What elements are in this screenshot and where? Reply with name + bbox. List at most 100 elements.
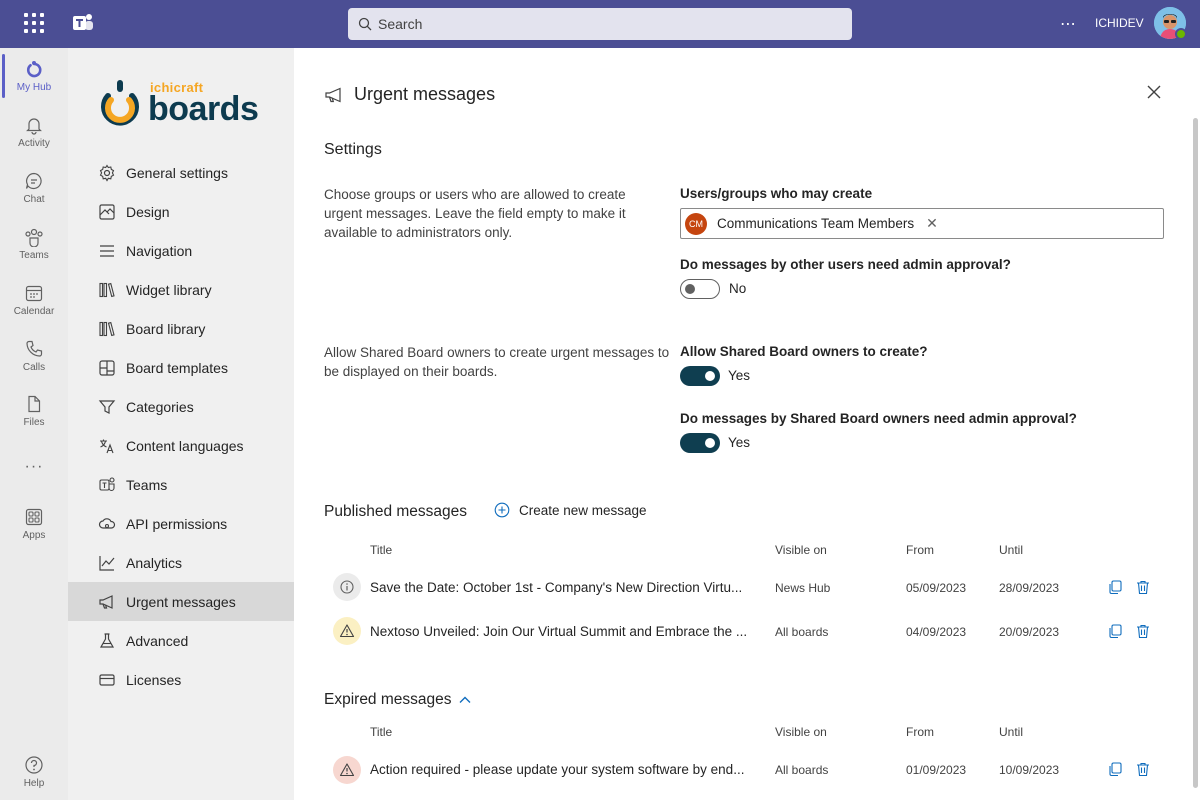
rail-item-calls[interactable]: Calls xyxy=(0,328,68,384)
scrollbar[interactable] xyxy=(1193,118,1198,788)
message-until: 20/09/2023 xyxy=(999,625,1060,639)
delete-icon[interactable] xyxy=(1135,761,1151,777)
rail-item-teams[interactable]: Teams xyxy=(0,216,68,272)
phone-icon xyxy=(26,340,43,357)
message-title[interactable]: Action required - please update your sys… xyxy=(370,762,744,777)
search-placeholder: Search xyxy=(378,16,423,32)
rail-item-label: Teams xyxy=(19,250,49,261)
rail-more-icon[interactable]: ··· xyxy=(0,458,68,476)
rail-item-label: Apps xyxy=(22,530,46,541)
nav-item-urgent-messages[interactable]: Urgent messages xyxy=(68,582,294,621)
rail-item-calendar[interactable]: Calendar xyxy=(0,272,68,328)
copy-icon[interactable] xyxy=(1107,579,1123,595)
create-new-message-button[interactable]: Create new message xyxy=(494,502,647,518)
nav-item-content-languages[interactable]: Content languages xyxy=(68,426,294,465)
shared-approval-label: Do messages by Shared Board owners need … xyxy=(680,411,1077,426)
group-avatar: CM xyxy=(685,212,707,235)
teams-icon xyxy=(25,228,43,247)
column-header-from: From xyxy=(906,543,934,557)
nav-item-design[interactable]: Design xyxy=(68,192,294,231)
nav-item-label: Licenses xyxy=(126,671,182,688)
nav-item-licenses[interactable]: Licenses xyxy=(68,660,294,699)
column-header-from: From xyxy=(906,725,934,739)
nav-item-teams[interactable]: Teams xyxy=(68,465,294,504)
shared-board-description: Allow Shared Board owners to create urge… xyxy=(324,345,670,379)
search-input[interactable]: Search xyxy=(348,8,852,40)
translate-icon xyxy=(100,439,114,453)
nav-item-label: Navigation xyxy=(126,242,193,259)
message-title[interactable]: Nextoso Unveiled: Join Our Virtual Summi… xyxy=(370,624,747,639)
shared-approval-toggle-value: Yes xyxy=(728,435,751,450)
chevron-up-icon[interactable] xyxy=(458,693,472,707)
shared-approval-toggle[interactable] xyxy=(680,433,720,453)
nav-item-analytics[interactable]: Analytics xyxy=(68,543,294,582)
presence-status-icon xyxy=(1175,28,1187,40)
rail-item-apps[interactable]: Apps xyxy=(0,496,68,552)
rail-item-label: Help xyxy=(23,778,45,789)
rail-item-label: Calendar xyxy=(13,306,55,317)
design-icon xyxy=(99,203,115,220)
shared-create-toggle[interactable] xyxy=(680,366,720,386)
users-description: Choose groups or users who are allowed t… xyxy=(324,187,626,240)
approval-label: Do messages by other users need admin ap… xyxy=(680,257,1011,272)
nav-item-api-permissions[interactable]: API permissions xyxy=(68,504,294,543)
copy-icon[interactable] xyxy=(1107,761,1123,777)
apps-icon xyxy=(25,508,43,526)
rail-item-label: Calls xyxy=(22,362,46,373)
more-options-icon[interactable]: ⋯ xyxy=(1060,14,1077,34)
teams-logo-icon xyxy=(73,14,93,30)
rail-item-activity[interactable]: Activity xyxy=(0,104,68,160)
nav-item-label: Widget library xyxy=(126,281,212,298)
ichicraft-logo-icon xyxy=(101,80,139,126)
message-from: 04/09/2023 xyxy=(906,625,967,639)
rail-item-chat[interactable]: Chat xyxy=(0,160,68,216)
remove-chip-icon[interactable]: ✕ xyxy=(926,215,938,232)
nav-item-navigation[interactable]: Navigation xyxy=(68,231,294,270)
calendar-icon xyxy=(25,285,43,302)
card-icon xyxy=(99,673,115,686)
rail-item-files[interactable]: Files xyxy=(0,383,68,439)
rail-item-label: Activity xyxy=(18,138,50,149)
app-navigation: ichicraft boards General settings Design… xyxy=(68,48,294,800)
nav-item-label: Board library xyxy=(126,320,206,337)
approval-toggle[interactable] xyxy=(680,279,720,299)
delete-icon[interactable] xyxy=(1135,623,1151,639)
brand-main-text: boards xyxy=(148,90,259,128)
megaphone-icon xyxy=(99,594,113,609)
nav-item-label: Advanced xyxy=(126,632,189,649)
close-icon[interactable] xyxy=(1144,82,1164,102)
nav-item-widget-library[interactable]: Widget library xyxy=(68,270,294,309)
file-icon xyxy=(28,395,41,413)
add-circle-icon xyxy=(494,502,510,518)
nav-item-categories[interactable]: Categories xyxy=(68,387,294,426)
message-title[interactable]: Save the Date: October 1st - Company's N… xyxy=(370,580,742,595)
main-panel: Urgent messages Settings Choose groups o… xyxy=(294,48,1200,800)
message-visible-on: News Hub xyxy=(775,581,831,595)
app-launcher-icon[interactable] xyxy=(24,13,44,33)
copy-icon[interactable] xyxy=(1107,623,1123,639)
page-header: Urgent messages xyxy=(324,84,495,105)
rail-item-help[interactable]: Help xyxy=(0,744,68,800)
nav-item-general-settings[interactable]: General settings xyxy=(68,153,294,192)
nav-item-label: Categories xyxy=(126,398,194,415)
column-header-title: Title xyxy=(370,725,393,739)
rail-item-my-hub[interactable]: My Hub xyxy=(0,48,68,104)
column-header-until: Until xyxy=(999,543,1024,557)
message-until: 10/09/2023 xyxy=(999,763,1060,777)
users-groups-picker[interactable]: CM Communications Team Members ✕ xyxy=(680,208,1164,239)
cloud-icon xyxy=(98,517,116,529)
tenant-name: ICHIDEV xyxy=(1095,16,1144,30)
shared-create-label: Allow Shared Board owners to create? xyxy=(680,344,928,359)
flask-icon xyxy=(99,632,115,648)
nav-item-label: General settings xyxy=(126,164,228,181)
nav-item-board-library[interactable]: Board library xyxy=(68,309,294,348)
delete-icon[interactable] xyxy=(1135,579,1151,595)
myhub-icon xyxy=(26,61,42,78)
library-icon xyxy=(99,321,115,336)
nav-item-advanced[interactable]: Advanced xyxy=(68,621,294,660)
message-from: 01/09/2023 xyxy=(906,763,967,777)
nav-item-label: Design xyxy=(126,203,170,220)
nav-item-board-templates[interactable]: Board templates xyxy=(68,348,294,387)
approval-toggle-value: No xyxy=(729,281,747,296)
brand-logo: ichicraft boards xyxy=(98,78,268,130)
